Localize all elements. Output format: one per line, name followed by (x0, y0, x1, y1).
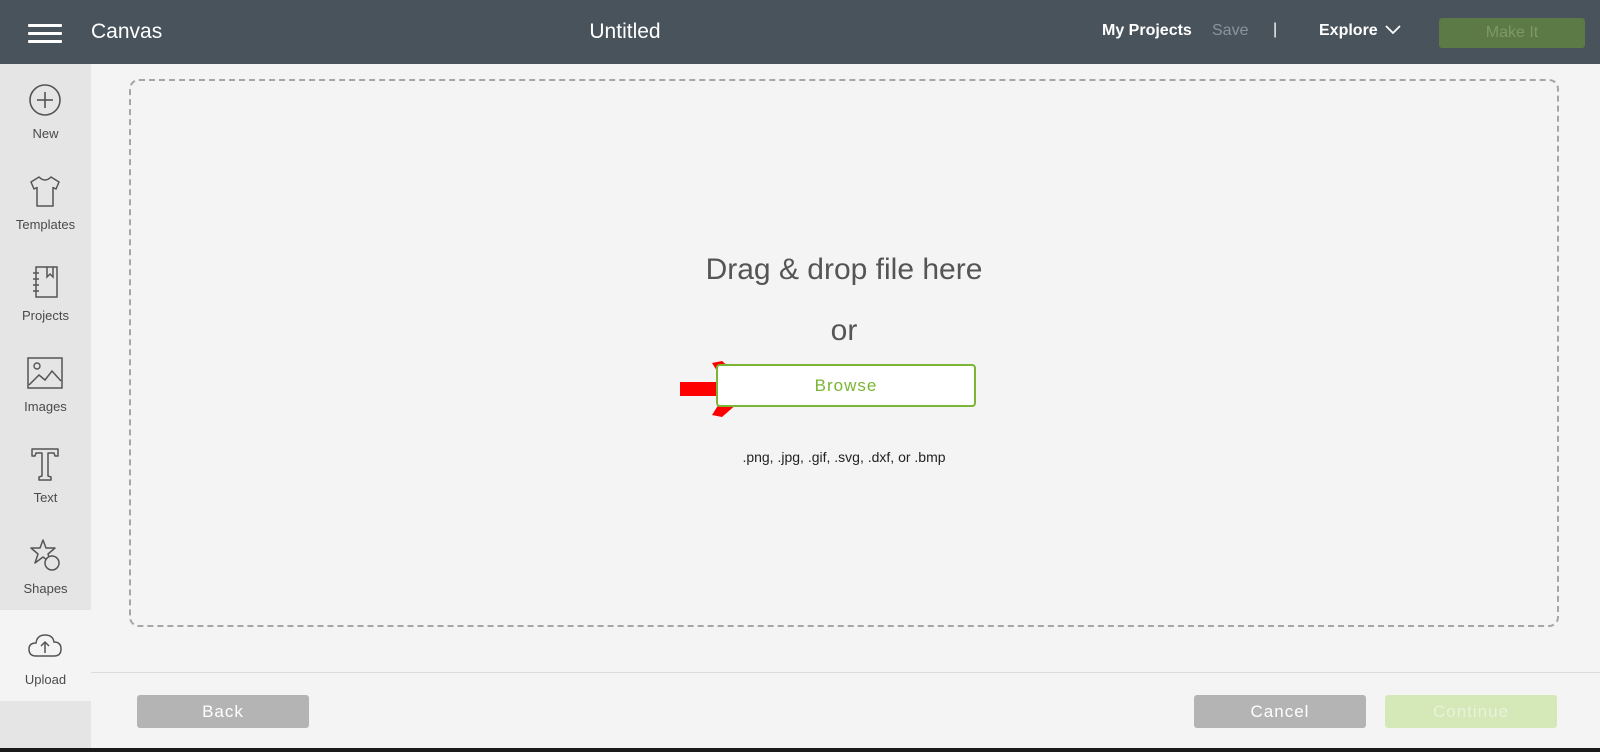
document-title[interactable]: Untitled (0, 20, 1250, 44)
cancel-button[interactable]: Cancel (1194, 695, 1366, 728)
main-upload-area: Drag & drop file here or Browse .png, .j… (91, 64, 1600, 752)
cloud-upload-icon (28, 634, 62, 657)
continue-button[interactable]: Continue (1385, 695, 1557, 728)
tshirt-icon (30, 176, 60, 207)
shapes-icon (30, 539, 60, 571)
sidebar-item-upload[interactable]: Upload (0, 610, 91, 701)
browse-button[interactable]: Browse (716, 364, 976, 407)
or-separator: or (830, 314, 858, 347)
sidebar-item-new[interactable]: New (0, 64, 91, 155)
image-icon (27, 357, 63, 389)
explore-menu[interactable]: Explore (1319, 22, 1378, 40)
sidebar-item-templates[interactable]: Templates (0, 155, 91, 246)
app-window: Canvas Untitled My Projects Save | Explo… (0, 0, 1600, 752)
left-sidebar: New Templates Projects Images Text Shape… (0, 64, 91, 752)
sidebar-item-projects[interactable]: Projects (0, 246, 91, 337)
sidebar-item-label: Images (24, 399, 67, 414)
header-divider: | (1273, 21, 1278, 38)
plus-circle-icon (29, 84, 61, 116)
sidebar-item-label: New (32, 126, 59, 141)
sidebar-item-label: Shapes (23, 581, 68, 596)
make-it-button[interactable]: Make It (1439, 18, 1585, 48)
top-bar: Canvas Untitled My Projects Save | Explo… (0, 0, 1600, 64)
chevron-down-icon[interactable] (1385, 24, 1401, 36)
window-bottom-edge (0, 748, 1600, 752)
sidebar-item-shapes[interactable]: Shapes (0, 519, 91, 610)
sidebar-item-label: Text (33, 490, 58, 505)
notebook-icon (33, 266, 58, 298)
file-drop-zone[interactable]: Drag & drop file here or Browse .png, .j… (129, 79, 1559, 627)
sidebar-item-text[interactable]: Text (0, 428, 91, 519)
sidebar-item-label: Upload (24, 672, 67, 687)
sidebar-item-images[interactable]: Images (0, 337, 91, 428)
supported-formats-text: .png, .jpg, .gif, .svg, .dxf, or .bmp (742, 449, 946, 465)
text-icon (31, 448, 59, 481)
sidebar-item-label: Templates (15, 217, 76, 232)
save-button[interactable]: Save (1212, 22, 1248, 40)
my-projects-link[interactable]: My Projects (1102, 22, 1192, 40)
footer-divider (91, 672, 1600, 673)
back-button[interactable]: Back (137, 695, 309, 728)
drag-drop-heading: Drag & drop file here (705, 253, 983, 286)
sidebar-item-label: Projects (22, 308, 69, 323)
